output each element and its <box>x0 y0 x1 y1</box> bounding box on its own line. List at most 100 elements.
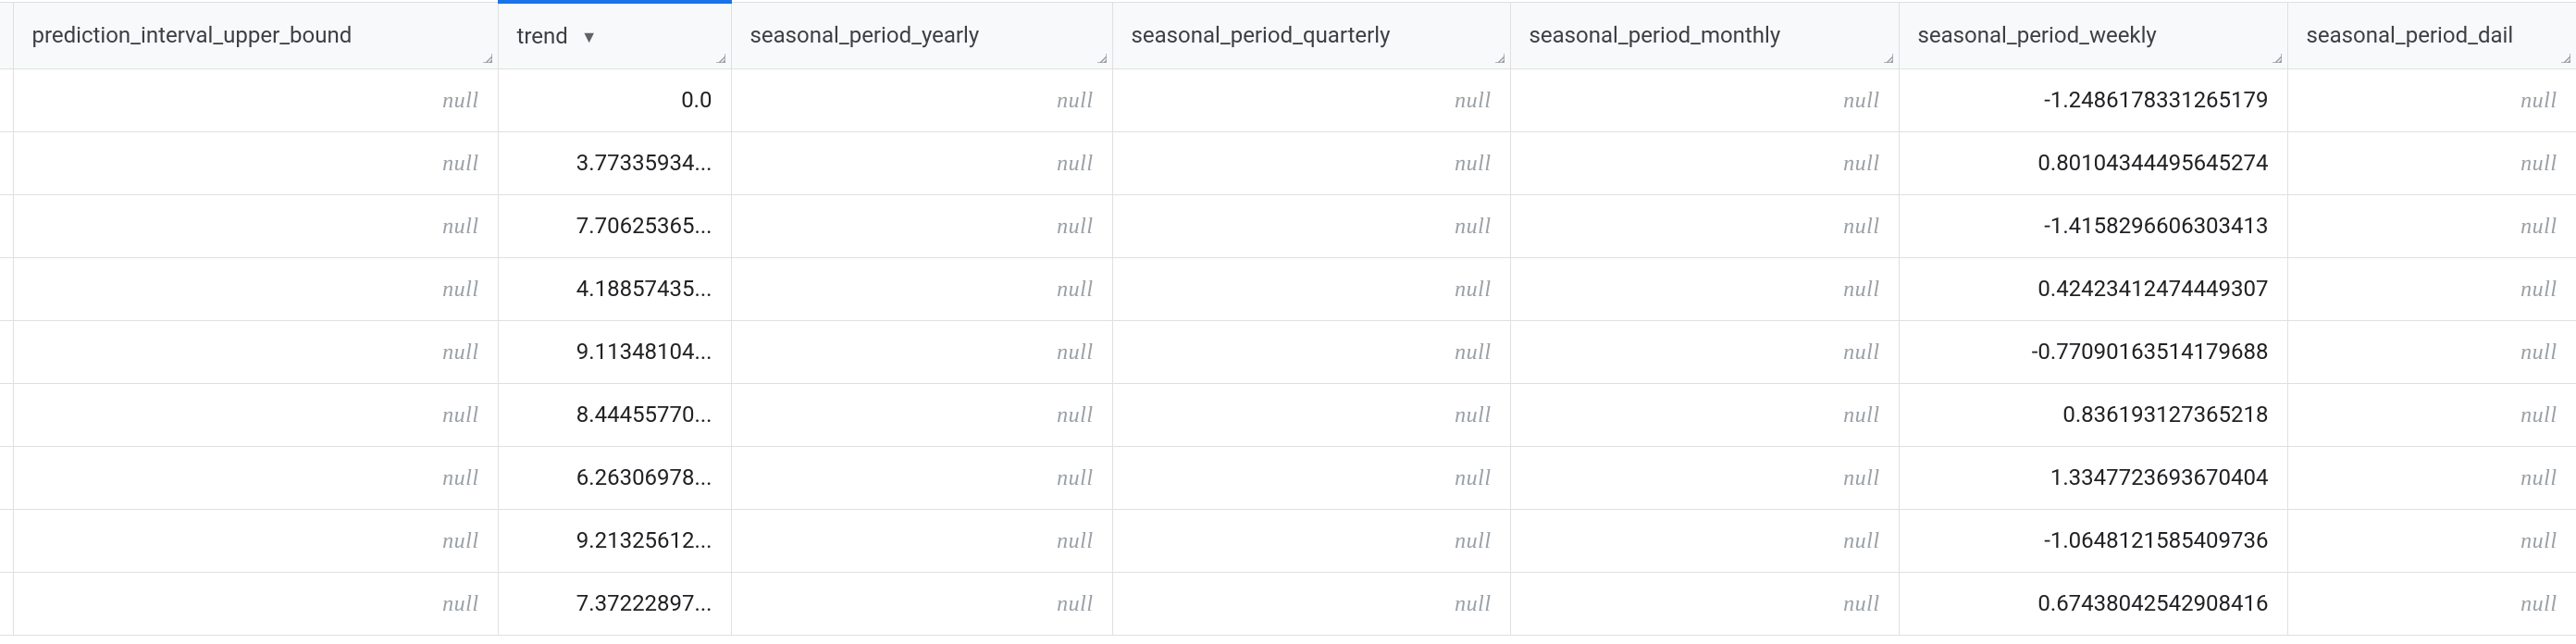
cell-trend[interactable]: 3.77335934... <box>498 131 731 194</box>
cell-seasonal-period-monthly[interactable]: null <box>1510 194 1899 257</box>
cell-prediction-interval-upper-bound[interactable]: null <box>13 68 498 131</box>
cell-trend[interactable]: 0.0 <box>498 68 731 131</box>
cell-prediction-interval-upper-bound[interactable]: null <box>13 509 498 572</box>
cell-trend[interactable]: 7.37222897... <box>498 572 731 635</box>
column-header-seasonal-period-monthly[interactable]: seasonal_period_monthly <box>1510 2 1899 68</box>
cell-seasonal-period-monthly[interactable]: null <box>1510 509 1899 572</box>
table-row[interactable]: null0.0nullnullnull-1.2486178331265179nu… <box>0 68 2576 131</box>
cell-trend[interactable]: 6.26306978... <box>498 446 731 509</box>
column-resize-handle[interactable] <box>712 50 731 68</box>
cell-seasonal-period-yearly[interactable]: null <box>731 509 1112 572</box>
cell-trend[interactable]: 8.44455770... <box>498 383 731 446</box>
cell-seasonal-period-quarterly[interactable]: null <box>1112 194 1510 257</box>
null-value: null <box>442 152 478 176</box>
column-resize-handle[interactable] <box>1492 50 1510 68</box>
cell-seasonal-period-quarterly[interactable]: null <box>1112 131 1510 194</box>
cell-trend[interactable]: 7.70625365... <box>498 194 731 257</box>
cell-seasonal-period-weekly[interactable]: -0.77090163514179688 <box>1899 320 2287 383</box>
cell-seasonal-period-monthly[interactable]: null <box>1510 68 1899 131</box>
cell-seasonal-period-yearly[interactable]: null <box>731 194 1112 257</box>
column-resize-handle[interactable] <box>479 50 498 68</box>
cell-seasonal-period-daily[interactable]: null <box>2287 509 2576 572</box>
cell-seasonal-period-daily[interactable]: null <box>2287 194 2576 257</box>
cell-trend[interactable]: 4.18857435... <box>498 257 731 320</box>
table-header-row: prediction_interval_upper_bound trend ▼ … <box>0 2 2576 68</box>
cell-seasonal-period-weekly[interactable]: 1.3347723693670404 <box>1899 446 2287 509</box>
table-row[interactable]: null7.70625365...nullnullnull-1.41582966… <box>0 194 2576 257</box>
cell-seasonal-period-yearly[interactable]: null <box>731 572 1112 635</box>
cell-seasonal-period-quarterly[interactable]: null <box>1112 509 1510 572</box>
cell-trend[interactable]: 9.21325612... <box>498 509 731 572</box>
cell-seasonal-period-daily[interactable]: null <box>2287 383 2576 446</box>
table-row[interactable]: null7.37222897...nullnullnull0.674380425… <box>0 572 2576 635</box>
column-header-trend[interactable]: trend ▼ <box>498 2 731 68</box>
cell-prediction-interval-upper-bound[interactable]: null <box>13 257 498 320</box>
cell-seasonal-period-daily[interactable]: null <box>2287 446 2576 509</box>
cell-seasonal-period-monthly[interactable]: null <box>1510 257 1899 320</box>
cell-seasonal-period-monthly[interactable]: null <box>1510 572 1899 635</box>
cell-seasonal-period-yearly[interactable]: null <box>731 383 1112 446</box>
cell-prediction-interval-upper-bound[interactable]: null <box>13 383 498 446</box>
cell-prediction-interval-upper-bound[interactable]: null <box>13 320 498 383</box>
null-value: null <box>1057 466 1093 490</box>
cell-seasonal-period-yearly[interactable]: null <box>731 257 1112 320</box>
cell-seasonal-period-monthly[interactable]: null <box>1510 320 1899 383</box>
cell-seasonal-period-quarterly[interactable]: null <box>1112 320 1510 383</box>
cell-prediction-interval-upper-bound[interactable]: null <box>13 131 498 194</box>
cell-seasonal-period-yearly[interactable]: null <box>731 320 1112 383</box>
table-row[interactable]: null9.11348104...nullnullnull-0.77090163… <box>0 320 2576 383</box>
table-row[interactable]: null9.21325612...nullnullnull-1.06481215… <box>0 509 2576 572</box>
column-label: seasonal_period_quarterly <box>1132 22 1391 48</box>
cell-seasonal-period-weekly[interactable]: -1.2486178331265179 <box>1899 68 2287 131</box>
column-header-seasonal-period-yearly[interactable]: seasonal_period_yearly <box>731 2 1112 68</box>
cell-seasonal-period-quarterly[interactable]: null <box>1112 257 1510 320</box>
gutter-cell <box>0 320 13 383</box>
cell-seasonal-period-quarterly[interactable]: null <box>1112 572 1510 635</box>
cell-seasonal-period-quarterly[interactable]: null <box>1112 383 1510 446</box>
cell-seasonal-period-weekly[interactable]: 0.42423412474449307 <box>1899 257 2287 320</box>
column-label: prediction_interval_upper_bound <box>32 22 353 48</box>
cell-seasonal-period-weekly[interactable]: 0.67438042542908416 <box>1899 572 2287 635</box>
cell-prediction-interval-upper-bound[interactable]: null <box>13 446 498 509</box>
cell-seasonal-period-yearly[interactable]: null <box>731 446 1112 509</box>
cell-seasonal-period-weekly[interactable]: 0.80104344495645274 <box>1899 131 2287 194</box>
cell-seasonal-period-monthly[interactable]: null <box>1510 446 1899 509</box>
cell-seasonal-period-weekly[interactable]: 0.836193127365218 <box>1899 383 2287 446</box>
table-row[interactable]: null4.18857435...nullnullnull0.424234124… <box>0 257 2576 320</box>
null-value: null <box>1057 89 1093 113</box>
column-resize-handle[interactable] <box>2557 50 2576 68</box>
null-value: null <box>1057 529 1093 553</box>
table-row[interactable]: null8.44455770...nullnullnull0.836193127… <box>0 383 2576 446</box>
table-row[interactable]: null3.77335934...nullnullnull0.801043444… <box>0 131 2576 194</box>
cell-seasonal-period-quarterly[interactable]: null <box>1112 446 1510 509</box>
column-resize-handle[interactable] <box>1094 50 1112 68</box>
cell-seasonal-period-weekly[interactable]: -1.0648121585409736 <box>1899 509 2287 572</box>
cell-seasonal-period-daily[interactable]: null <box>2287 68 2576 131</box>
cell-seasonal-period-weekly[interactable]: -1.4158296606303413 <box>1899 194 2287 257</box>
sort-desc-icon: ▼ <box>581 28 598 47</box>
null-value: null <box>1455 278 1491 302</box>
cell-prediction-interval-upper-bound[interactable]: null <box>13 572 498 635</box>
cell-seasonal-period-daily[interactable]: null <box>2287 131 2576 194</box>
cell-seasonal-period-quarterly[interactable]: null <box>1112 68 1510 131</box>
cell-seasonal-period-daily[interactable]: null <box>2287 257 2576 320</box>
column-header-seasonal-period-quarterly[interactable]: seasonal_period_quarterly <box>1112 2 1510 68</box>
column-header-seasonal-period-weekly[interactable]: seasonal_period_weekly <box>1899 2 2287 68</box>
column-resize-handle[interactable] <box>1880 50 1899 68</box>
cell-seasonal-period-daily[interactable]: null <box>2287 572 2576 635</box>
gutter-cell <box>0 194 13 257</box>
null-value: null <box>1455 152 1491 176</box>
null-value: null <box>2520 341 2557 365</box>
column-resize-handle[interactable] <box>2269 50 2287 68</box>
table-row[interactable]: null6.26306978...nullnullnull1.334772369… <box>0 446 2576 509</box>
cell-seasonal-period-yearly[interactable]: null <box>731 68 1112 131</box>
column-header-seasonal-period-daily[interactable]: seasonal_period_dail <box>2287 2 2576 68</box>
cell-prediction-interval-upper-bound[interactable]: null <box>13 194 498 257</box>
cell-seasonal-period-yearly[interactable]: null <box>731 131 1112 194</box>
cell-seasonal-period-monthly[interactable]: null <box>1510 383 1899 446</box>
column-header-prediction-interval-upper-bound[interactable]: prediction_interval_upper_bound <box>13 2 498 68</box>
null-value: null <box>442 592 478 616</box>
cell-seasonal-period-monthly[interactable]: null <box>1510 131 1899 194</box>
cell-trend[interactable]: 9.11348104... <box>498 320 731 383</box>
cell-seasonal-period-daily[interactable]: null <box>2287 320 2576 383</box>
